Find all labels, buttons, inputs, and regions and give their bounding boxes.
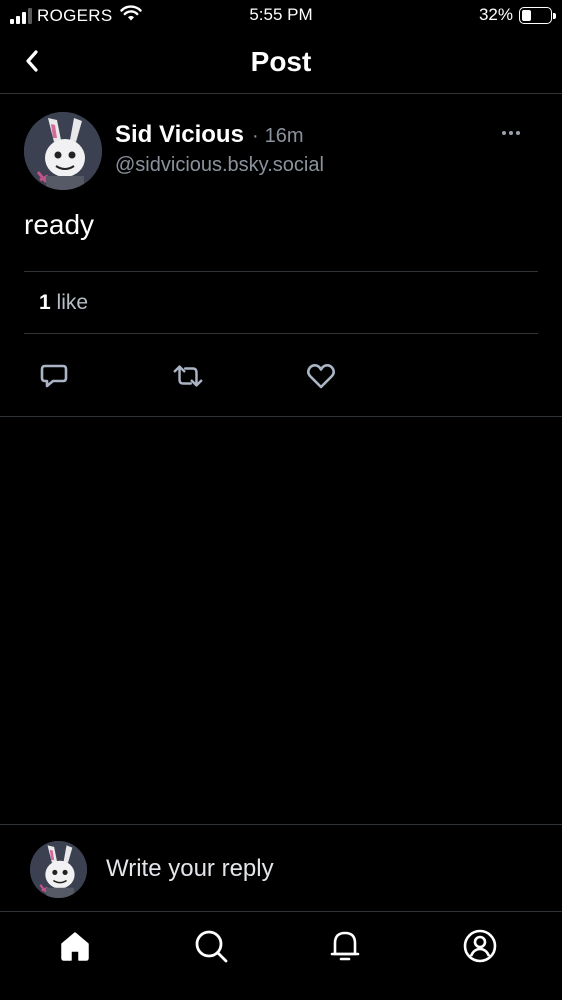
battery-level — [522, 9, 531, 21]
header: Post — [0, 32, 562, 94]
reply-icon — [40, 364, 68, 388]
separator-dot: · — [251, 125, 259, 147]
home-icon — [61, 932, 89, 961]
more-options-button[interactable] — [500, 125, 522, 141]
status-right: 32% — [478, 5, 556, 25]
divider — [24, 271, 538, 272]
status-bar: ROGERS 5:55 PM 32% — [0, 0, 562, 32]
tab-profile[interactable] — [460, 926, 500, 966]
likes-row[interactable]: 1 like — [39, 291, 88, 315]
like-button[interactable] — [305, 361, 337, 391]
notifications-icon — [330, 931, 360, 961]
tab-home[interactable] — [55, 926, 95, 966]
reply-button[interactable] — [38, 361, 70, 391]
tab-search[interactable] — [191, 926, 231, 966]
author-name[interactable]: Sid Vicious — [115, 121, 244, 149]
more-dot — [516, 131, 520, 135]
like-icon — [306, 364, 336, 389]
tab-notifications[interactable] — [325, 926, 365, 966]
repost-button[interactable] — [172, 361, 204, 391]
more-dot — [509, 131, 513, 135]
author-line: Sid Vicious · 16m — [115, 121, 304, 149]
battery-icon — [519, 6, 556, 24]
reply-placeholder[interactable]: Write your reply — [106, 855, 274, 883]
profile-icon — [463, 929, 497, 963]
reply-composer[interactable]: Write your reply — [0, 824, 562, 912]
tab-bar — [0, 912, 562, 1000]
author-handle[interactable]: @sidvicious.bsky.social — [115, 154, 324, 177]
repost-icon — [173, 365, 203, 387]
likes-count: 1 — [39, 291, 51, 314]
author-avatar[interactable] — [24, 112, 102, 190]
battery-percent: 32% — [478, 5, 513, 24]
more-dot — [502, 131, 506, 135]
clock: 5:55 PM — [249, 5, 313, 24]
post: Sid Vicious · 16m @sidvicious.bsky.socia… — [0, 95, 562, 417]
likes-label: like — [56, 291, 89, 314]
post-text: ready — [24, 209, 95, 240]
search-icon — [195, 930, 228, 963]
post-timestamp: 16m — [264, 125, 304, 147]
user-avatar — [30, 841, 87, 898]
divider — [24, 333, 538, 334]
page-title: Post — [250, 46, 312, 77]
